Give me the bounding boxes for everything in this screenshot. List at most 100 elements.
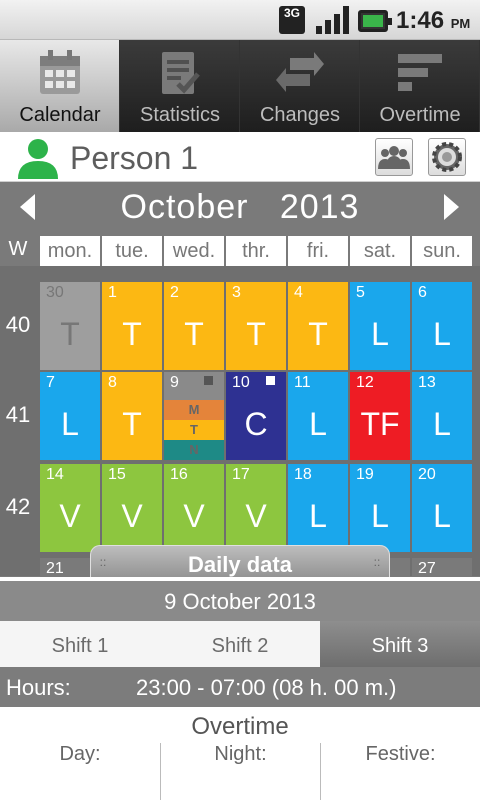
day-number: 15	[108, 466, 126, 483]
signal-icon	[316, 6, 350, 34]
weekday-sun: sun.	[412, 236, 472, 266]
day-number: 14	[46, 466, 64, 483]
day-number: 9	[170, 374, 179, 391]
daily-data-handle[interactable]: :: Daily data ::	[90, 545, 390, 581]
tab-changes[interactable]: Changes	[240, 40, 360, 132]
week-number: 40	[5, 312, 31, 337]
calendar-day[interactable]: 2T	[164, 282, 224, 370]
tab-shift-2[interactable]: Shift 2	[160, 621, 320, 667]
shift-code: T	[246, 316, 266, 352]
shift-code: V	[121, 498, 143, 534]
month-title: October 2013	[120, 188, 360, 226]
day-number: 18	[294, 466, 312, 483]
weekday-wed: wed.	[164, 236, 224, 266]
day-number: 2	[170, 284, 179, 301]
calendar-day[interactable]: MTN 9	[164, 372, 224, 460]
day-number: 20	[418, 466, 436, 483]
day-number: 4	[294, 284, 303, 301]
selected-date: 9 October 2013	[0, 581, 480, 621]
settings-button[interactable]	[428, 138, 466, 176]
calendar-day[interactable]: 17 V	[226, 464, 286, 552]
swap-arrows-icon	[276, 52, 324, 92]
calendar-day[interactable]: 6L	[412, 282, 472, 370]
weekday-fri: fri.	[288, 236, 348, 266]
network-3g-icon: 3G	[279, 6, 305, 34]
status-bar: 3G 1:46 PM	[0, 0, 480, 40]
weekday-thu: thr.	[226, 236, 286, 266]
calendar-grid: 40 30 T 1 T 2 T 3 T 4 T 5 L 6 L 41 7 L 8 T M T N 9 10 C 11 L 12 TF 13 L…	[0, 266, 480, 646]
hours-row: Hours: 23:00 - 07:00 (08 h. 00 m.)	[0, 667, 480, 707]
calendar-day[interactable]: 19 L	[350, 464, 410, 552]
calendar-day[interactable]: 11 L	[288, 372, 348, 460]
calendar-day[interactable]: 14 V	[40, 464, 100, 552]
weekday-sat: sat.	[350, 236, 410, 266]
week-column-label: W	[8, 238, 28, 260]
tab-overtime[interactable]: Overtime	[360, 40, 480, 132]
shift-code: L	[309, 498, 327, 534]
tab-statistics[interactable]: Statistics	[120, 40, 240, 132]
day-number: 30	[46, 284, 64, 301]
overtime-day[interactable]: Day:	[0, 743, 160, 800]
calendar-day[interactable]: 10 C	[226, 372, 286, 460]
people-button[interactable]	[375, 138, 413, 176]
overtime-night[interactable]: Night:	[160, 743, 320, 800]
calendar-icon	[40, 50, 80, 94]
calendar-day[interactable]: 5L	[350, 282, 410, 370]
calendar-day[interactable]: 18 L	[288, 464, 348, 552]
shift-code: V	[245, 498, 267, 534]
shift-code: C	[244, 406, 268, 442]
day-number: 16	[170, 466, 188, 483]
calendar-day[interactable]: 7L	[40, 372, 100, 460]
day-number: 17	[232, 466, 250, 483]
tab-calendar[interactable]: Calendar	[0, 40, 120, 132]
weekday-mon: mon.	[40, 236, 100, 266]
shift-code: L	[371, 498, 389, 534]
overtime-title: Overtime	[191, 713, 289, 740]
tab-changes-label: Changes	[259, 104, 341, 126]
hours-value: 23:00 - 07:00 (08 h. 00 m.)	[136, 675, 397, 700]
calendar-day[interactable]: 12 TF	[350, 372, 410, 460]
next-month-arrow-icon[interactable]	[444, 194, 459, 220]
calendar-day[interactable]: 8T	[102, 372, 162, 460]
week-number: 41	[5, 402, 31, 427]
status-time: 1:46 PM	[396, 7, 471, 34]
grip-dots-icon: ::	[373, 555, 381, 569]
tab-shift-3[interactable]: Shift 3	[320, 621, 480, 667]
calendar-day[interactable]: 1T	[102, 282, 162, 370]
day-number: 5	[356, 284, 365, 301]
day-number: 1	[108, 284, 117, 301]
month-navigator: October 2013	[0, 182, 480, 234]
shift-code: T	[122, 316, 142, 352]
weekday-tue: tue.	[102, 236, 162, 266]
weekday-header: W mon. tue. wed. thr. fri. sat. sun.	[0, 236, 480, 266]
tab-calendar-label: Calendar	[19, 104, 101, 126]
person-icon	[18, 139, 58, 179]
tab-shift-1[interactable]: Shift 1	[0, 621, 160, 667]
shift-code: T	[308, 316, 328, 352]
shift-code: T	[184, 316, 204, 352]
calendar-day[interactable]: 16 V	[164, 464, 224, 552]
day-number: 3	[232, 284, 241, 301]
overtime-section: Overtime Day: Night: Festive:	[0, 707, 480, 800]
calendar-day[interactable]: 30 T	[40, 282, 100, 370]
note-marker-icon	[204, 376, 213, 385]
day-number: 21	[46, 560, 64, 577]
shift-code: L	[433, 406, 451, 442]
shift-code: V	[59, 498, 81, 534]
note-marker-icon	[266, 376, 275, 385]
tab-overtime-label: Overtime	[379, 104, 461, 126]
day-number: 10	[232, 374, 250, 391]
battery-icon	[358, 10, 392, 32]
calendar-day[interactable]: 15 V	[102, 464, 162, 552]
calendar-day[interactable]: 13 L	[412, 372, 472, 460]
person-name[interactable]: Person 1	[70, 140, 198, 177]
calendar-day[interactable]: 4T	[288, 282, 348, 370]
overtime-festive[interactable]: Festive:	[320, 743, 480, 800]
daily-data-label: Daily data	[188, 552, 292, 577]
statistics-icon	[162, 52, 200, 94]
calendar-day[interactable]: 20 L	[412, 464, 472, 552]
calendar-day[interactable]: 3T	[226, 282, 286, 370]
day-number: 8	[108, 374, 117, 391]
day-number: 13	[418, 374, 436, 391]
day-number: 6	[418, 284, 427, 301]
